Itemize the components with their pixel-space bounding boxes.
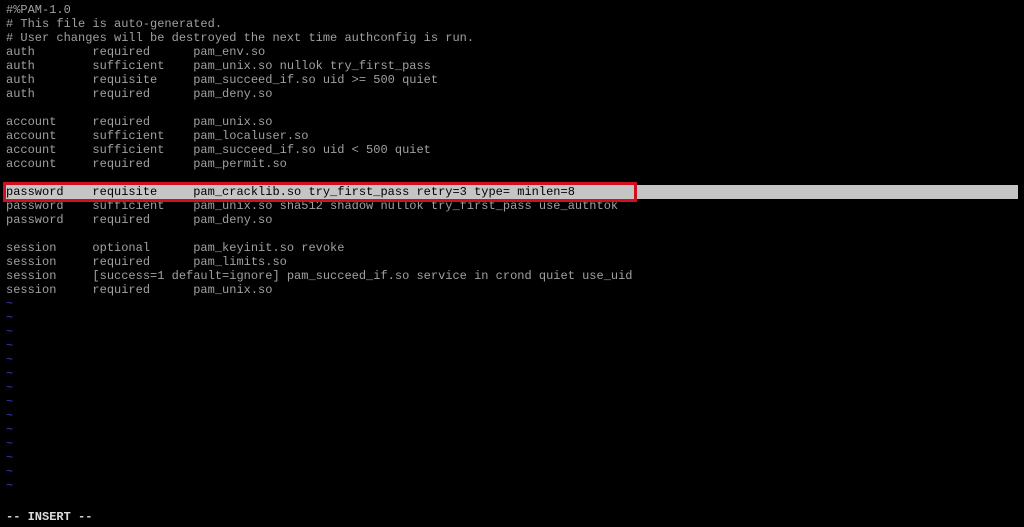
config-line[interactable]: account required pam_permit.so: [6, 157, 1018, 171]
config-line[interactable]: session [success=1 default=ignore] pam_s…: [6, 269, 1018, 283]
tilde-line: ~: [6, 353, 1018, 367]
blank-line[interactable]: [6, 101, 1018, 115]
config-line[interactable]: password sufficient pam_unix.so sha512 s…: [6, 199, 1018, 213]
blank-line[interactable]: [6, 227, 1018, 241]
config-line[interactable]: #%PAM-1.0: [6, 3, 1018, 17]
tilde-line: ~: [6, 451, 1018, 465]
tilde-line: ~: [6, 297, 1018, 311]
config-line[interactable]: # This file is auto-generated.: [6, 17, 1018, 31]
config-line[interactable]: session optional pam_keyinit.so revoke: [6, 241, 1018, 255]
config-line[interactable]: account required pam_unix.so: [6, 115, 1018, 129]
tilde-line: ~: [6, 325, 1018, 339]
tilde-line: ~: [6, 465, 1018, 479]
tilde-line: ~: [6, 479, 1018, 493]
highlighted-line[interactable]: password requisite pam_cracklib.so try_f…: [6, 185, 1018, 199]
config-line[interactable]: # User changes will be destroyed the nex…: [6, 31, 1018, 45]
config-line[interactable]: account sufficient pam_succeed_if.so uid…: [6, 143, 1018, 157]
tilde-line: ~: [6, 423, 1018, 437]
status-line: -- INSERT --: [6, 510, 92, 524]
editor-content[interactable]: #%PAM-1.0 # This file is auto-generated.…: [6, 3, 1018, 493]
tilde-line: ~: [6, 437, 1018, 451]
tilde-line: ~: [6, 311, 1018, 325]
highlighted-line-wrap[interactable]: password requisite pam_cracklib.so try_f…: [6, 185, 1018, 199]
tilde-line: ~: [6, 395, 1018, 409]
cursor: [575, 185, 582, 198]
config-line[interactable]: auth sufficient pam_unix.so nullok try_f…: [6, 59, 1018, 73]
config-line[interactable]: account sufficient pam_localuser.so: [6, 129, 1018, 143]
config-line[interactable]: password required pam_deny.so: [6, 213, 1018, 227]
tilde-line: ~: [6, 409, 1018, 423]
config-line[interactable]: auth requisite pam_succeed_if.so uid >= …: [6, 73, 1018, 87]
tilde-line: ~: [6, 339, 1018, 353]
tilde-line: ~: [6, 367, 1018, 381]
config-line[interactable]: session required pam_unix.so: [6, 283, 1018, 297]
tilde-line: ~: [6, 381, 1018, 395]
blank-line[interactable]: [6, 171, 1018, 185]
config-line[interactable]: session required pam_limits.so: [6, 255, 1018, 269]
config-line[interactable]: auth required pam_env.so: [6, 45, 1018, 59]
config-line[interactable]: auth required pam_deny.so: [6, 87, 1018, 101]
